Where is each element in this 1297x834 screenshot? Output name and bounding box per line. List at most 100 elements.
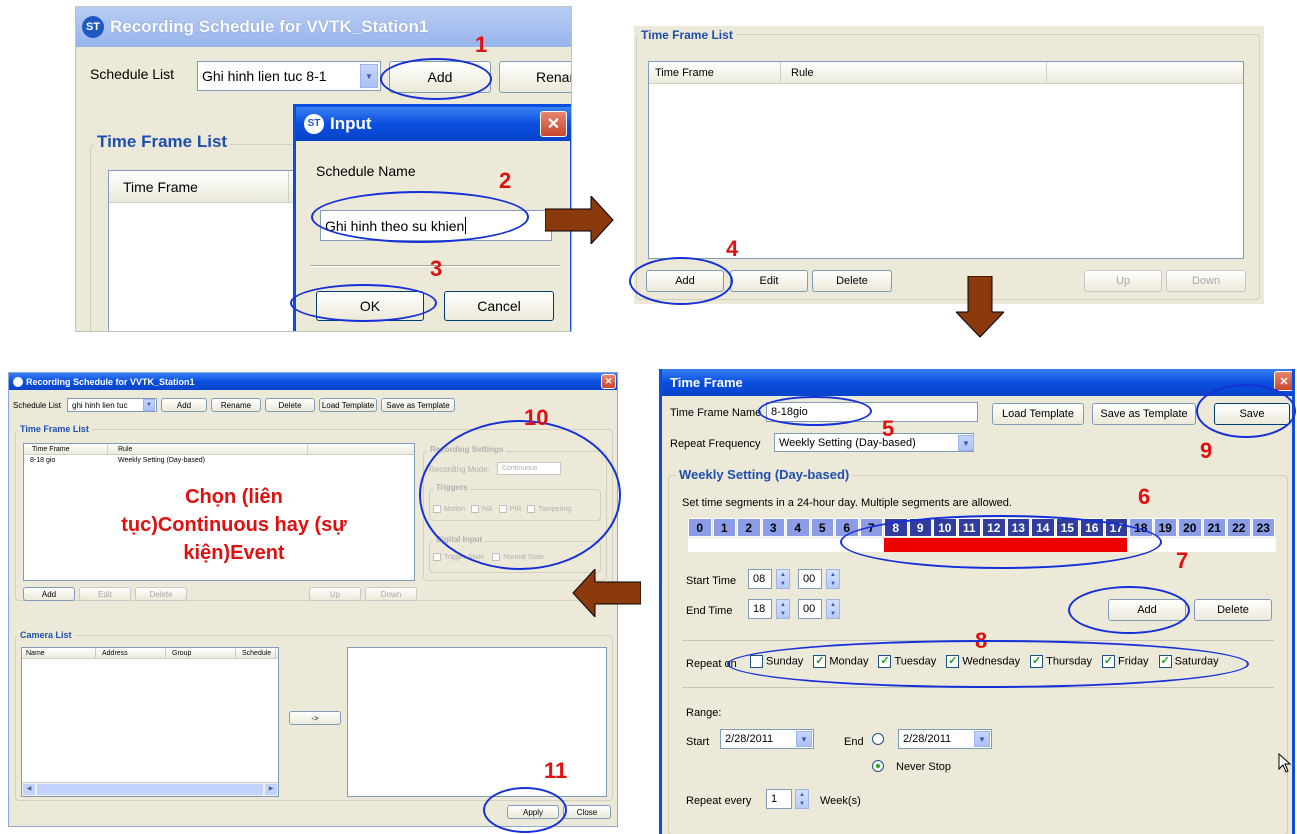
repeat-every-input[interactable]: 1: [766, 789, 792, 809]
start-hour-spinner[interactable]: ▲ ▼: [776, 569, 790, 589]
col-rule-2: Rule: [781, 62, 1047, 83]
load-template-button-3[interactable]: Load Template: [319, 398, 377, 412]
hour-cell[interactable]: 1: [712, 518, 736, 537]
annotation-ring-segment-add: [1068, 586, 1190, 634]
up-button-3[interactable]: Up: [309, 587, 361, 601]
step-10-label: 10: [524, 405, 549, 430]
hour-cell[interactable]: 4: [786, 518, 810, 537]
edit-timeframe-button[interactable]: Edit: [730, 270, 808, 292]
mouse-cursor-icon: [1278, 753, 1292, 773]
hour-cell[interactable]: 2: [737, 518, 761, 537]
tf-save-template-button[interactable]: Save as Template: [1092, 403, 1196, 425]
listview-header-3: Time Frame Rule: [24, 444, 414, 455]
cancel-button[interactable]: Cancel: [444, 291, 554, 321]
scroll-right-icon[interactable]: ▶: [265, 784, 277, 795]
schedule-select-arrow[interactable]: ▼: [360, 64, 378, 88]
schedule-select[interactable]: Ghi hinh lien tuc 8-1: [197, 61, 381, 91]
annotation-ring-ok: [290, 284, 437, 322]
start-minute-spinner[interactable]: ▲ ▼: [826, 569, 840, 589]
schedule-name-label: Schedule Name: [316, 163, 416, 179]
hour-cell[interactable]: 3: [761, 518, 785, 537]
row-time-frame: 8-18 gio: [30, 457, 56, 464]
step-7-label: 7: [1176, 548, 1189, 573]
end-hour-value: 18: [753, 603, 766, 615]
edit-timeframe-button-3[interactable]: Edit: [79, 587, 131, 601]
repeat-every-spinner[interactable]: ▲ ▼: [795, 789, 809, 809]
dialog-close-icon[interactable]: ✕: [540, 111, 567, 137]
end-minute-input[interactable]: 00: [798, 599, 822, 619]
annotation-ring-save: [1196, 384, 1296, 438]
col-schedule: Schedule: [236, 648, 276, 658]
range-end-radio[interactable]: [872, 733, 884, 745]
table-row[interactable]: 8-18 gio Weekly Setting (Day-based): [24, 456, 414, 467]
end-minute-spinner[interactable]: ▲ ▼: [826, 599, 840, 619]
schedule-select-3-arrow[interactable]: ▼: [143, 399, 155, 411]
camera-listview[interactable]: Name Address Group Schedule ◀ ▶: [21, 647, 279, 797]
dialog-title: Input: [330, 114, 372, 133]
app-icon: ST: [82, 16, 104, 38]
hour-cell[interactable]: 19: [1153, 518, 1177, 537]
range-start-date-arrow[interactable]: ▼: [796, 731, 812, 747]
save-template-button-3[interactable]: Save as Template: [381, 398, 455, 412]
up-button[interactable]: Up: [1084, 270, 1162, 292]
add-timeframe-button-3[interactable]: Add: [23, 587, 75, 601]
assigned-camera-list[interactable]: [347, 647, 607, 797]
time-frame-listview-2[interactable]: Time Frame Rule: [648, 61, 1244, 259]
range-end-date-arrow[interactable]: ▼: [974, 731, 990, 747]
hour-cell[interactable]: 20: [1178, 518, 1202, 537]
time-frame-list-title: Time Frame List: [94, 132, 231, 152]
dialog-icon: ST: [304, 114, 324, 134]
horizontal-scrollbar[interactable]: ◀ ▶: [22, 782, 278, 796]
schedule-list-label-3: Schedule List: [13, 401, 62, 410]
step-6-label: 6: [1138, 484, 1151, 509]
repeat-frequency-select[interactable]: Weekly Setting (Day-based): [774, 433, 974, 452]
range-label: Range:: [686, 707, 722, 719]
listview-header-2: Time Frame Rule: [649, 62, 1243, 84]
window3-close-icon[interactable]: ✕: [601, 374, 616, 389]
window3-title-bar: Recording Schedule for VVTK_Station1: [9, 373, 617, 390]
step-5-label: 5: [882, 416, 895, 441]
title-bar: ST Recording Schedule for VVTK_Station1: [76, 7, 571, 47]
annotation-ring-add-2: [629, 257, 733, 305]
end-hour-spinner[interactable]: ▲ ▼: [776, 599, 790, 619]
segment-delete-button[interactable]: Delete: [1194, 599, 1272, 621]
start-minute-value: 00: [803, 573, 816, 585]
window3-title: Recording Schedule for VVTK_Station1: [26, 376, 195, 387]
rename-schedule-button[interactable]: Renam: [499, 61, 571, 93]
repeat-frequency-arrow[interactable]: ▼: [958, 435, 974, 451]
delete-timeframe-button-3[interactable]: Delete: [135, 587, 187, 601]
hour-cell[interactable]: 21: [1202, 518, 1226, 537]
down-button-3[interactable]: Down: [365, 587, 417, 601]
tf-load-template-button[interactable]: Load Template: [992, 403, 1084, 425]
start-hour-input[interactable]: 08: [748, 569, 772, 589]
delete-timeframe-button[interactable]: Delete: [812, 270, 892, 292]
hour-cell[interactable]: 5: [810, 518, 834, 537]
tf-close-icon[interactable]: ✕: [1274, 371, 1292, 391]
col-group: Group: [166, 648, 236, 658]
annotation-ring-tf-name: [758, 396, 872, 426]
col-rule-3: Rule: [108, 444, 308, 454]
never-stop-label: Never Stop: [896, 761, 952, 773]
down-button[interactable]: Down: [1166, 270, 1246, 292]
overlay-text: Chọn (liên tục)Continuous hay (sự kiện)E…: [121, 486, 347, 564]
camera-listview-header: Name Address Group Schedule: [22, 648, 278, 659]
start-minute-input[interactable]: 00: [798, 569, 822, 589]
scroll-thumb[interactable]: [37, 784, 263, 795]
repeat-frequency-label: Repeat Frequency: [670, 438, 761, 450]
move-right-button[interactable]: ->: [289, 711, 341, 725]
hour-cell[interactable]: 0: [688, 518, 712, 537]
delete-schedule-button-3[interactable]: Delete: [265, 398, 315, 412]
end-hour-input[interactable]: 18: [748, 599, 772, 619]
never-stop-radio[interactable]: [872, 760, 884, 772]
row-rule: Weekly Setting (Day-based): [118, 457, 206, 464]
schedule-select-value: Ghi hinh lien tuc 8-1: [202, 68, 327, 84]
time-frame-listview[interactable]: Time Frame: [108, 170, 309, 331]
hour-cell[interactable]: 22: [1227, 518, 1251, 537]
annotation-ring-add: [380, 58, 492, 100]
add-schedule-button-3[interactable]: Add: [161, 398, 207, 412]
close-button[interactable]: Close: [563, 805, 611, 819]
hour-cell[interactable]: 23: [1251, 518, 1275, 537]
listview-header: Time Frame: [109, 171, 309, 203]
scroll-left-icon[interactable]: ◀: [23, 784, 35, 795]
rename-schedule-button-3[interactable]: Rename: [211, 398, 261, 412]
